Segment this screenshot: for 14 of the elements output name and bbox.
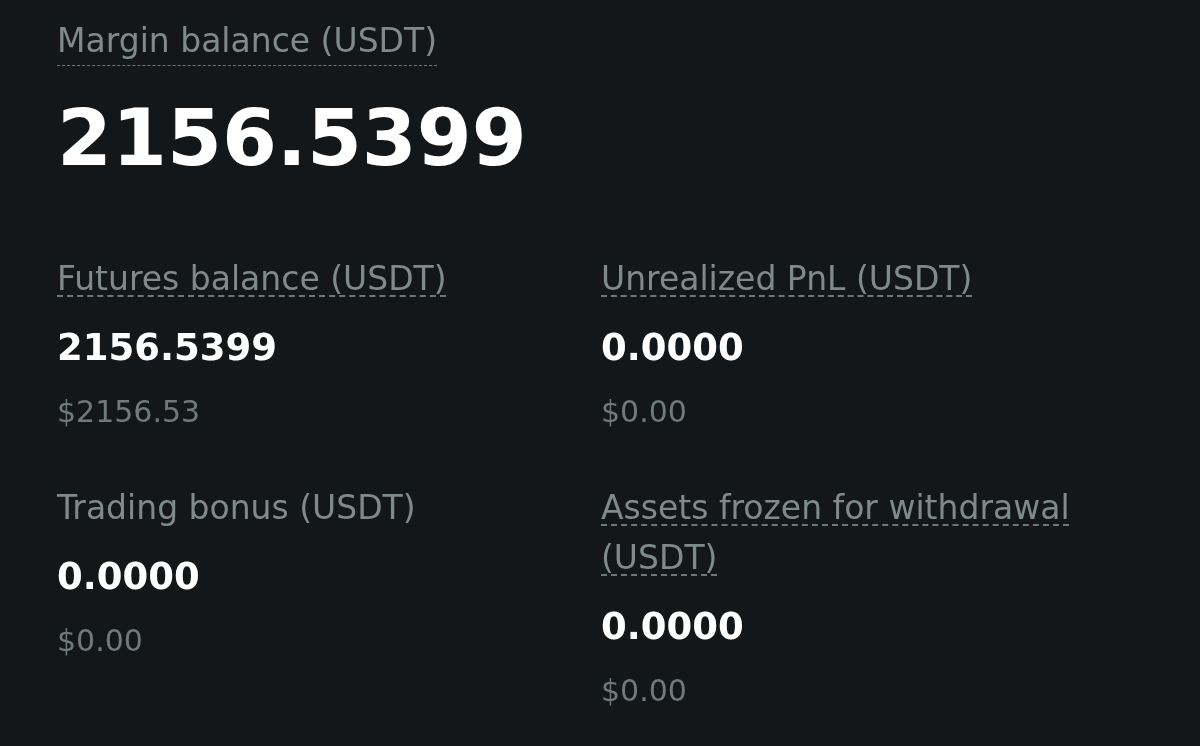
balance-value: 0.0000: [601, 325, 744, 371]
fiat-value: $0.00: [601, 393, 687, 431]
balance-label: Futures balance (USDT): [57, 258, 447, 300]
fiat-value: $2156.53: [57, 393, 201, 431]
balance-label: Assets frozen for withdrawal (USDT): [601, 487, 1071, 579]
balance-label: Unrealized PnL (USDT): [601, 258, 973, 300]
fiat-value: $0.00: [601, 672, 687, 710]
margin-balance-value: 2156.5399: [57, 92, 527, 184]
balance-label: Trading bonus (USDT): [57, 487, 416, 529]
margin-balance-label: Margin balance (USDT): [57, 17, 438, 66]
balance-value: 0.0000: [601, 604, 744, 650]
balance-value: 2156.5399: [57, 325, 277, 371]
fiat-value: $0.00: [57, 622, 143, 660]
balance-value: 0.0000: [57, 554, 200, 600]
